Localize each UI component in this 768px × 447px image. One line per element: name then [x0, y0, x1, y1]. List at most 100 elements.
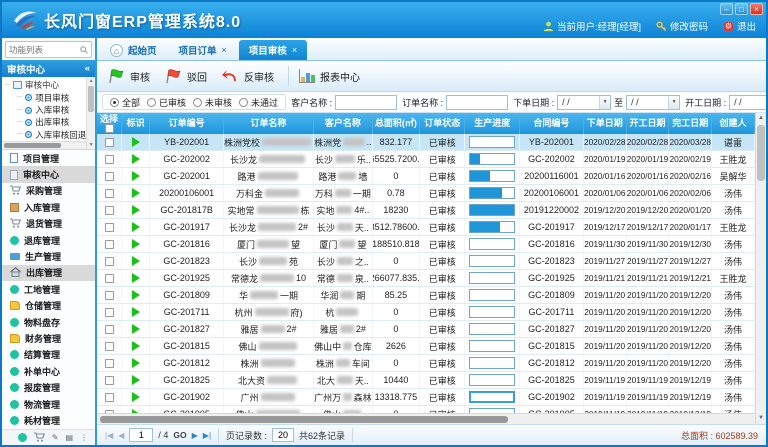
status-radio-2[interactable]: 未审核	[193, 96, 232, 109]
sidebar-item-11[interactable]: 财务管理	[2, 330, 95, 346]
audit-button[interactable]: 审核	[103, 65, 158, 87]
column-header-12[interactable]: 创建人	[712, 113, 755, 134]
table-row[interactable]: GC-201825北大资北大天..10440已审核GC-2018252019/1…	[97, 372, 755, 389]
order-date-from-picker[interactable]: / /▼	[557, 95, 611, 110]
table-row[interactable]: GC-201925常德龙10常德泉..266077.835..已审核GC-201…	[97, 270, 755, 287]
table-row[interactable]: GC-201917长沙龙2#长沙天..8512.78600..已审核GC-201…	[97, 219, 755, 236]
row-checkbox[interactable]	[105, 291, 114, 300]
column-header-2[interactable]: 订单编号	[150, 113, 224, 134]
logout-button[interactable]: ⏻ 退出	[723, 19, 756, 33]
sidebar-item-1[interactable]: 审核中心	[2, 166, 95, 182]
column-header-9[interactable]: 下单日期	[584, 113, 627, 134]
cell-select[interactable]	[97, 287, 122, 303]
cell-select[interactable]	[97, 406, 122, 413]
table-row[interactable]: GC-201711杭州府)杭0已审核GC-2017112019/11/20201…	[97, 304, 755, 321]
status-radio-3[interactable]: 未通过	[239, 96, 278, 109]
sidebar-item-14[interactable]: 报废管理	[2, 379, 95, 395]
tree-node-0[interactable]: ·─项目审核	[2, 91, 86, 103]
sidebar-item-12[interactable]: 结算管理	[2, 347, 95, 363]
close-tab-icon[interactable]: ×	[222, 45, 227, 55]
page-number-input[interactable]	[129, 428, 153, 442]
tab-0[interactable]: ⌂起始页	[100, 40, 167, 60]
column-header-0[interactable]: 选择	[97, 113, 122, 134]
table-row[interactable]: GC-201809华一期华润期85.25已审核GC-2018092019/11/…	[97, 287, 755, 304]
collapse-icon[interactable]: «	[85, 63, 90, 74]
cell-select[interactable]	[97, 338, 122, 354]
row-checkbox[interactable]	[105, 342, 114, 351]
sidebar-item-16[interactable]: 耗材管理	[2, 412, 95, 428]
table-row[interactable]: GC-201816厦门望厦门望188510.818已审核GC-201816201…	[97, 236, 755, 253]
row-checkbox[interactable]	[105, 393, 114, 402]
column-header-4[interactable]: 客户名称	[314, 113, 373, 134]
cell-select[interactable]	[97, 168, 122, 184]
tree-node-root[interactable]: ─审核中心	[2, 79, 86, 91]
sidebar-item-3[interactable]: 入库管理	[2, 199, 95, 215]
column-header-3[interactable]: 订单名称	[224, 113, 314, 134]
row-checkbox[interactable]	[105, 308, 114, 317]
select-all-checkbox[interactable]	[105, 124, 114, 133]
table-row[interactable]: 20200106001万科金万科一期0.78已审核202001060012020…	[97, 185, 755, 202]
scroll-up-icon[interactable]: ▲	[756, 113, 766, 124]
tree-horizontal-scrollbar[interactable]	[2, 141, 86, 149]
sidebar-item-8[interactable]: 工地管理	[2, 281, 95, 297]
scroll-down-icon[interactable]: ▼	[87, 141, 95, 149]
column-header-11[interactable]: 完工日期	[669, 113, 712, 134]
start-date-picker[interactable]: / /▼	[729, 95, 766, 110]
sidebar-item-5[interactable]: 退库管理	[2, 232, 95, 248]
row-checkbox[interactable]	[105, 257, 114, 266]
sidebar-panel-header[interactable]: 审核中心 «	[2, 60, 95, 77]
table-row[interactable]: GC-201812株洲株洲车间0已审核GC-2018122019/11/2020…	[97, 355, 755, 372]
sidebar-item-0[interactable]: 项目管理	[2, 150, 95, 166]
sidebar-item-2[interactable]: 采购管理	[2, 183, 95, 199]
vertical-scrollbar[interactable]: ▲ ▼	[755, 113, 766, 424]
cell-select[interactable]	[97, 304, 122, 320]
sidebar-item-4[interactable]: 退货管理	[2, 216, 95, 232]
row-checkbox[interactable]	[105, 359, 114, 368]
sidebar-item-6[interactable]: 生产管理	[2, 248, 95, 264]
prev-page-button[interactable]: ◀	[118, 431, 124, 440]
sidebar-search-input[interactable]	[9, 45, 80, 55]
column-header-10[interactable]: 开工日期	[627, 113, 670, 134]
cell-select[interactable]	[97, 270, 122, 286]
cell-select[interactable]	[97, 219, 122, 235]
tab-2[interactable]: 项目审核×	[239, 40, 307, 60]
dropdown-icon[interactable]: ▼	[599, 96, 610, 109]
page-size-input[interactable]	[272, 428, 294, 442]
report-center-button[interactable]: 报表中心	[295, 66, 368, 87]
cell-select[interactable]	[97, 185, 122, 201]
tree-vertical-scrollbar[interactable]: ▲ ▼	[86, 77, 95, 149]
cell-select[interactable]	[97, 151, 122, 167]
row-checkbox[interactable]	[105, 155, 114, 164]
row-checkbox[interactable]	[105, 376, 114, 385]
vertical-scroll-thumb[interactable]	[757, 125, 765, 181]
cell-select[interactable]	[97, 253, 122, 269]
first-page-button[interactable]: |◀	[105, 431, 113, 440]
table-row[interactable]: GC-201905佛山佛山0已审核GC-2019052019/11/192019…	[97, 406, 755, 413]
tree-node-2[interactable]: ·─出库审核	[2, 116, 86, 128]
radio-icon[interactable]	[147, 98, 156, 107]
unaudit-button[interactable]: 反审核	[217, 65, 282, 87]
tab-1[interactable]: 项目订单×	[169, 40, 237, 60]
horizontal-scroll-thumb[interactable]	[100, 416, 508, 423]
minimize-button[interactable]: –	[720, 3, 733, 15]
cell-select[interactable]	[97, 355, 122, 371]
table-row[interactable]: GC-202001路港路港墙0已审核202001160012020/01/162…	[97, 168, 755, 185]
tree-node-1[interactable]: ·─入库审核	[2, 104, 86, 116]
table-row[interactable]: GC-201823长沙苑长沙之..0已审核GC-2018232019/11/27…	[97, 253, 755, 270]
row-checkbox[interactable]	[105, 240, 114, 249]
column-header-1[interactable]: 标识	[122, 113, 150, 134]
sidebar-item-13[interactable]: 补单中心	[2, 363, 95, 379]
row-checkbox[interactable]	[105, 325, 114, 334]
cell-select[interactable]	[97, 236, 122, 252]
go-button[interactable]: GO	[173, 430, 186, 440]
close-tab-icon[interactable]: ×	[292, 45, 297, 55]
cell-select[interactable]	[97, 389, 122, 405]
scroll-down-icon[interactable]: ▼	[756, 413, 766, 424]
radio-icon[interactable]	[110, 98, 119, 107]
horizontal-scrollbar[interactable]	[97, 413, 755, 424]
column-header-8[interactable]: 合同编号	[520, 113, 584, 134]
table-row[interactable]: GC-201827雅居2#雅居2#0已审核GC-2018272019/11/20…	[97, 321, 755, 338]
sidebar-item-15[interactable]: 物流管理	[2, 396, 95, 412]
row-checkbox[interactable]	[105, 206, 114, 215]
close-button[interactable]: ×	[750, 3, 763, 15]
